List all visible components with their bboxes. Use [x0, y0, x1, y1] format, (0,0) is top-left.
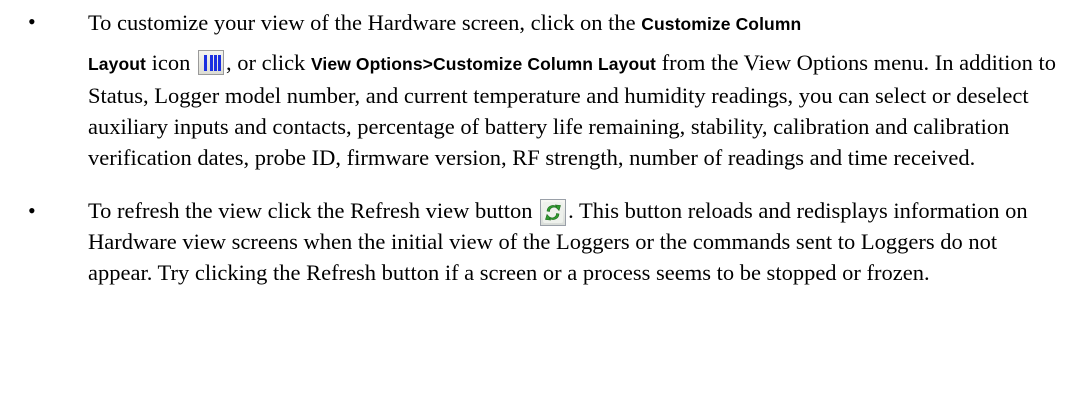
layout-term: Layout: [88, 54, 146, 74]
refresh-icon[interactable]: [540, 199, 567, 226]
customize-text-3: , or click: [225, 50, 311, 75]
bullet-list: • To customize your view of the Hardware…: [28, 6, 1058, 288]
bullet-item-refresh-view: • To refresh the view click the Refresh …: [28, 195, 1058, 288]
customize-column-term: Customize Column: [641, 14, 802, 34]
bullet-dot: •: [28, 9, 36, 34]
view-options-menu-path: View Options>Customize Column Layout: [310, 54, 656, 74]
customize-text-2: icon: [145, 50, 196, 75]
customize-text-1: To customize your view of the Hardware s…: [88, 10, 642, 35]
refresh-text-1: To refresh the view click the Refresh vi…: [88, 198, 539, 223]
bullet-dot: •: [28, 198, 36, 223]
customize-first-line: To customize your view of the Hardware s…: [88, 6, 1058, 41]
bullet-item-customize-columns: • To customize your view of the Hardware…: [28, 6, 1058, 173]
column-layout-icon[interactable]: [197, 50, 224, 75]
